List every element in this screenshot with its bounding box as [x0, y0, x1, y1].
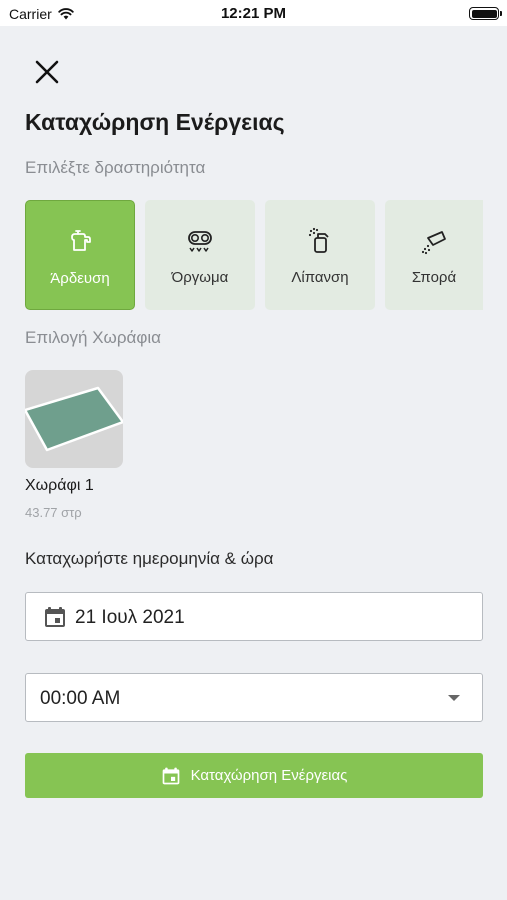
submit-label: Καταχώρηση Ενέργειας: [190, 767, 348, 784]
field-area: 43.77 στρ: [25, 505, 82, 520]
clock: 12:21 PM: [220, 5, 287, 22]
activity-tile-sowing[interactable]: Σπορά: [385, 200, 483, 310]
calendar-icon: [162, 767, 179, 784]
sowing-icon: [421, 231, 446, 255]
submit-button[interactable]: Καταχώρηση Ενέργειας: [25, 753, 483, 798]
date-value: 21 Ιουλ 2021: [75, 607, 185, 628]
calendar-icon: [45, 607, 65, 627]
chevron-down-icon: [448, 695, 460, 701]
activity-tile-plowing[interactable]: Όργωμα: [145, 200, 255, 310]
field-name[interactable]: Χωράφι 1: [25, 477, 94, 495]
time-select[interactable]: 00:00 AM: [25, 673, 483, 722]
date-field[interactable]: 21 Ιουλ 2021: [25, 592, 483, 641]
activity-label: Σπορά: [411, 269, 457, 286]
activity-tile-irrigation[interactable]: Άρδευση: [25, 200, 135, 310]
fertilizing-icon: [308, 227, 329, 253]
irrigation-icon: [71, 230, 91, 251]
field-section-label: Επιλογή Χωράφια: [25, 328, 161, 347]
activity-label: Άρδευση: [50, 270, 110, 287]
activity-section-label: Επιλέξτε δραστηριότητα: [25, 158, 206, 177]
field-thumbnail[interactable]: [25, 370, 123, 468]
activity-tile-fertilizing[interactable]: Λίπανση: [265, 200, 375, 310]
status-bar: Carrier 12:21 PM: [0, 0, 507, 26]
page-title: Καταχώρηση Ενέργειας: [25, 109, 285, 135]
field-polygon-image: [25, 386, 123, 452]
close-icon[interactable]: [33, 58, 61, 86]
activity-label: Όργωμα: [171, 269, 229, 286]
time-value: 00:00 AM: [40, 688, 121, 709]
plowing-icon: [188, 231, 212, 252]
datetime-label: Καταχωρήστε ημερομηνία & ώρα: [25, 549, 274, 568]
battery-icon: [469, 7, 502, 20]
activity-label: Λίπανση: [291, 269, 349, 286]
activity-list: Άρδευση Όργωμα Λίπανση Σπορά: [25, 200, 483, 310]
